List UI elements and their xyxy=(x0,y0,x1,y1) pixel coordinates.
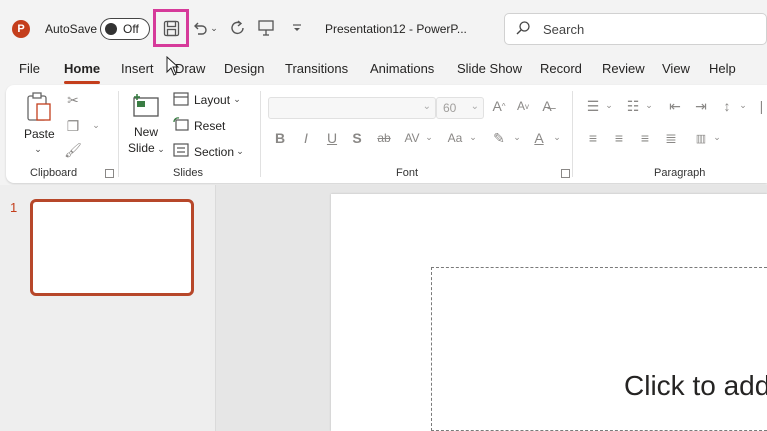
section-label[interactable]: Section xyxy=(194,145,234,159)
document-title: Presentation12 - PowerP... xyxy=(325,22,467,36)
character-spacing-icon[interactable]: AV xyxy=(402,129,422,147)
character-spacing-dropdown-icon[interactable]: ⌄ xyxy=(424,131,434,143)
tab-review[interactable]: Review xyxy=(602,61,645,76)
section-icon[interactable] xyxy=(172,142,190,158)
customize-dropdown-icon[interactable] xyxy=(287,18,307,38)
italic-icon[interactable]: I xyxy=(298,129,314,147)
ribbon-divider xyxy=(572,91,573,177)
increase-indent-icon[interactable]: ⇥ xyxy=(692,97,710,115)
layout-dropdown-icon[interactable]: ⌄ xyxy=(232,93,242,105)
new-slide-icon[interactable] xyxy=(130,91,162,121)
section-dropdown-icon[interactable]: ⌄ xyxy=(235,145,245,157)
tab-record[interactable]: Record xyxy=(540,61,582,76)
align-left-icon[interactable]: ≡ xyxy=(584,129,602,147)
numbering-dropdown-icon[interactable]: ⌄ xyxy=(644,99,654,111)
strikethrough-icon[interactable]: ab xyxy=(374,129,394,147)
tab-transitions[interactable]: Transitions xyxy=(285,61,348,76)
font-color-icon[interactable]: A xyxy=(530,129,548,147)
tab-slide-show[interactable]: Slide Show xyxy=(457,61,522,76)
highlight-dropdown-icon[interactable]: ⌄ xyxy=(512,131,522,143)
search-input[interactable] xyxy=(543,20,743,38)
bullets-dropdown-icon[interactable]: ⌄ xyxy=(604,99,614,111)
ribbon-tabs: File Home Insert Draw Design Transitions… xyxy=(0,56,767,84)
change-case-icon[interactable]: Aa xyxy=(444,129,466,147)
underline-icon[interactable]: U xyxy=(324,129,340,147)
undo-dropdown-icon[interactable]: ⌄ xyxy=(208,18,220,38)
bold-icon[interactable]: B xyxy=(272,129,288,147)
numbering-icon[interactable]: ☷ xyxy=(624,97,642,115)
cut-icon[interactable]: ✂ xyxy=(64,91,82,109)
copy-dropdown-icon[interactable]: ⌄ xyxy=(90,119,102,131)
tab-help[interactable]: Help xyxy=(709,61,736,76)
ribbon-divider xyxy=(260,91,261,177)
font-size-value: 60 xyxy=(443,101,457,115)
chevron-down-icon: ⌄ xyxy=(470,101,479,112)
autosave-label: AutoSave xyxy=(45,22,98,36)
slide-number: 1 xyxy=(10,200,18,215)
autosave-toggle[interactable]: Off xyxy=(100,18,150,40)
tab-file[interactable]: File xyxy=(19,61,40,76)
reset-icon[interactable] xyxy=(172,116,190,132)
font-group-label: Font xyxy=(396,167,419,179)
new-slide-label-line2[interactable]: Slide xyxy=(128,141,155,155)
text-direction-icon[interactable]: | xyxy=(756,97,767,115)
columns-dropdown-icon[interactable]: ⌄ xyxy=(712,131,722,143)
font-launcher-icon[interactable] xyxy=(561,169,570,178)
ribbon: Paste ⌄ ✂ ❐ ⌄ 🖌 Clipboard New Slide ⌄ La… xyxy=(6,85,767,183)
new-slide-dropdown-icon[interactable]: ⌄ xyxy=(156,143,166,155)
ribbon-divider xyxy=(118,91,119,177)
line-spacing-icon[interactable]: ↕ xyxy=(718,97,736,115)
font-name-combo[interactable]: ⌄ xyxy=(268,97,436,119)
search-box[interactable] xyxy=(504,13,767,45)
title-bar: P AutoSave Off ⌄ Presentation12 - PowerP… xyxy=(0,0,767,56)
bullets-icon[interactable]: ☰ xyxy=(584,97,602,115)
justify-icon[interactable]: ≣ xyxy=(662,129,680,147)
redo-icon[interactable] xyxy=(228,18,248,38)
title-placeholder[interactable] xyxy=(431,267,767,431)
align-center-icon[interactable]: ≡ xyxy=(610,129,628,147)
decrease-font-size-icon[interactable]: Av xyxy=(514,97,532,115)
clipboard-launcher-icon[interactable] xyxy=(105,169,114,178)
paste-label[interactable]: Paste xyxy=(24,127,55,141)
text-shadow-icon[interactable]: S xyxy=(349,129,365,147)
title-placeholder-text[interactable]: Click to add xyxy=(624,370,767,402)
tab-design[interactable]: Design xyxy=(224,61,264,76)
copy-icon[interactable]: ❐ xyxy=(64,117,82,135)
tab-animations[interactable]: Animations xyxy=(370,61,434,76)
columns-icon[interactable]: ▥ xyxy=(692,129,710,147)
layout-icon[interactable] xyxy=(172,91,190,107)
highlight-icon[interactable]: ✎ xyxy=(490,129,508,147)
align-right-icon[interactable]: ≡ xyxy=(636,129,654,147)
save-highlight-box xyxy=(153,9,189,47)
slide-thumbnail[interactable] xyxy=(30,199,194,296)
undo-icon[interactable] xyxy=(190,18,210,38)
line-spacing-dropdown-icon[interactable]: ⌄ xyxy=(738,99,748,111)
powerpoint-logo-icon: P xyxy=(12,20,30,38)
font-color-dropdown-icon[interactable]: ⌄ xyxy=(552,131,562,143)
search-icon xyxy=(515,20,531,40)
tab-insert[interactable]: Insert xyxy=(121,61,154,76)
new-slide-label-line1[interactable]: New xyxy=(134,125,158,139)
paragraph-group-label: Paragraph xyxy=(654,167,706,179)
present-icon[interactable] xyxy=(256,18,276,38)
decrease-indent-icon[interactable]: ⇤ xyxy=(666,97,684,115)
change-case-dropdown-icon[interactable]: ⌄ xyxy=(468,131,478,143)
font-size-combo[interactable]: 60 ⌄ xyxy=(436,97,484,119)
tab-view[interactable]: View xyxy=(662,61,690,76)
layout-label[interactable]: Layout xyxy=(194,93,230,107)
chevron-down-icon: ⌄ xyxy=(422,101,431,112)
paste-icon[interactable] xyxy=(24,91,54,123)
toggle-knob xyxy=(105,23,117,35)
slides-group-label: Slides xyxy=(173,167,203,179)
tab-draw[interactable]: Draw xyxy=(175,61,205,76)
reset-label[interactable]: Reset xyxy=(194,119,225,133)
increase-font-size-icon[interactable]: A ^ xyxy=(490,97,508,115)
clipboard-group-label: Clipboard xyxy=(30,167,78,179)
clear-formatting-icon[interactable]: A̶ xyxy=(538,97,556,115)
tab-home[interactable]: Home xyxy=(64,61,101,84)
format-painter-icon[interactable]: 🖌 xyxy=(64,141,82,159)
autosave-state: Off xyxy=(123,22,139,36)
paste-dropdown-icon[interactable]: ⌄ xyxy=(32,143,44,155)
